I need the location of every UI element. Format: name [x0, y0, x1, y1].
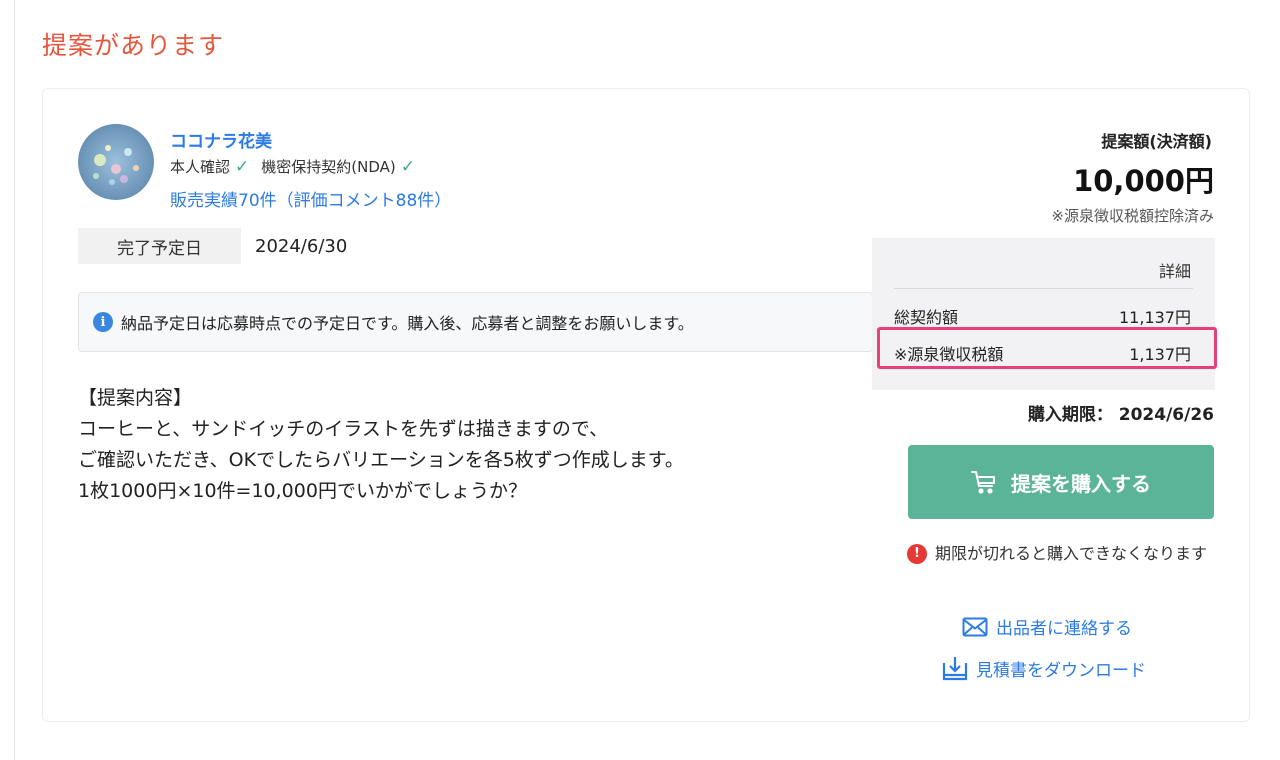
download-link-label: 見積書をダウンロード [976, 660, 1146, 681]
proposal-content: 【提案内容】 コーヒーと、サンドイッチのイラストを先ずは描きますので、 ご確認い… [78, 383, 684, 507]
highlight-box [877, 327, 1217, 369]
detail-heading: 詳細 [1158, 262, 1191, 281]
avatar[interactable] [78, 124, 154, 200]
amount-note: ※源泉徴収税額控除済み [1051, 207, 1214, 225]
proposal-heading: 【提案内容】 [78, 387, 193, 409]
download-estimate-link[interactable]: 見積書をダウンロード [942, 655, 1146, 681]
cart-icon [971, 470, 997, 494]
nda-label: 機密保持契約(NDA) [261, 158, 396, 176]
contact-link-label: 出品者に連絡する [996, 619, 1132, 639]
identity-label: 本人確認 [170, 158, 231, 176]
purchase-deadline: 購入期限： 2024/6/26 [1027, 405, 1214, 425]
check-icon: ✓ [235, 156, 250, 177]
sales-record-link[interactable]: 販売実績70件（評価コメント88件） [170, 186, 451, 211]
due-date-label: 完了予定日 [78, 228, 241, 264]
proposal-line: コーヒーと、サンドイッチのイラストを先ずは描きますので、 [78, 418, 609, 440]
proposal-line: 1枚1000円×10件=10,000円でいかがでしょうか？ [78, 480, 527, 502]
due-date-value: 2024/6/30 [255, 236, 348, 257]
amount-label: 提案額(決済額) [1101, 132, 1212, 151]
row-value: 11,137円 [1119, 308, 1191, 327]
mail-icon [962, 617, 988, 636]
page-title: 提案があります [42, 31, 225, 60]
verification-row: 本人確認 ✓ 機密保持契約(NDA) ✓ [170, 156, 427, 177]
check-icon: ✓ [400, 156, 415, 177]
proposal-line: ご確認いただき、OKでしたらバリエーションを各5枚ずつ作成します。 [78, 449, 684, 471]
notice-text: 納品予定日は応募時点での予定日です。購入後、応募者と調整をお願いします。 [121, 314, 694, 333]
delivery-notice: i 納品予定日は応募時点での予定日です。購入後、応募者と調整をお願いします。 [78, 292, 873, 352]
alert-icon: ! [907, 544, 927, 564]
purchase-button[interactable]: 提案を購入する [908, 445, 1214, 519]
expiry-warning: ! 期限が切れると購入できなくなります [907, 540, 1207, 568]
info-icon: i [93, 312, 113, 332]
purchase-button-label: 提案を購入する [1011, 471, 1151, 496]
seller-name-link[interactable]: ココナラ花美 [170, 127, 272, 152]
total-contract-row: 総契約額 11,137円 [894, 304, 1191, 328]
divider [894, 288, 1193, 289]
contact-seller-link[interactable]: 出品者に連絡する [962, 614, 1132, 639]
row-label: 総契約額 [894, 308, 959, 327]
proposal-amount: 10,000円 [1073, 164, 1214, 198]
download-icon [942, 657, 968, 681]
warning-text: 期限が切れると購入できなくなります [935, 544, 1208, 563]
